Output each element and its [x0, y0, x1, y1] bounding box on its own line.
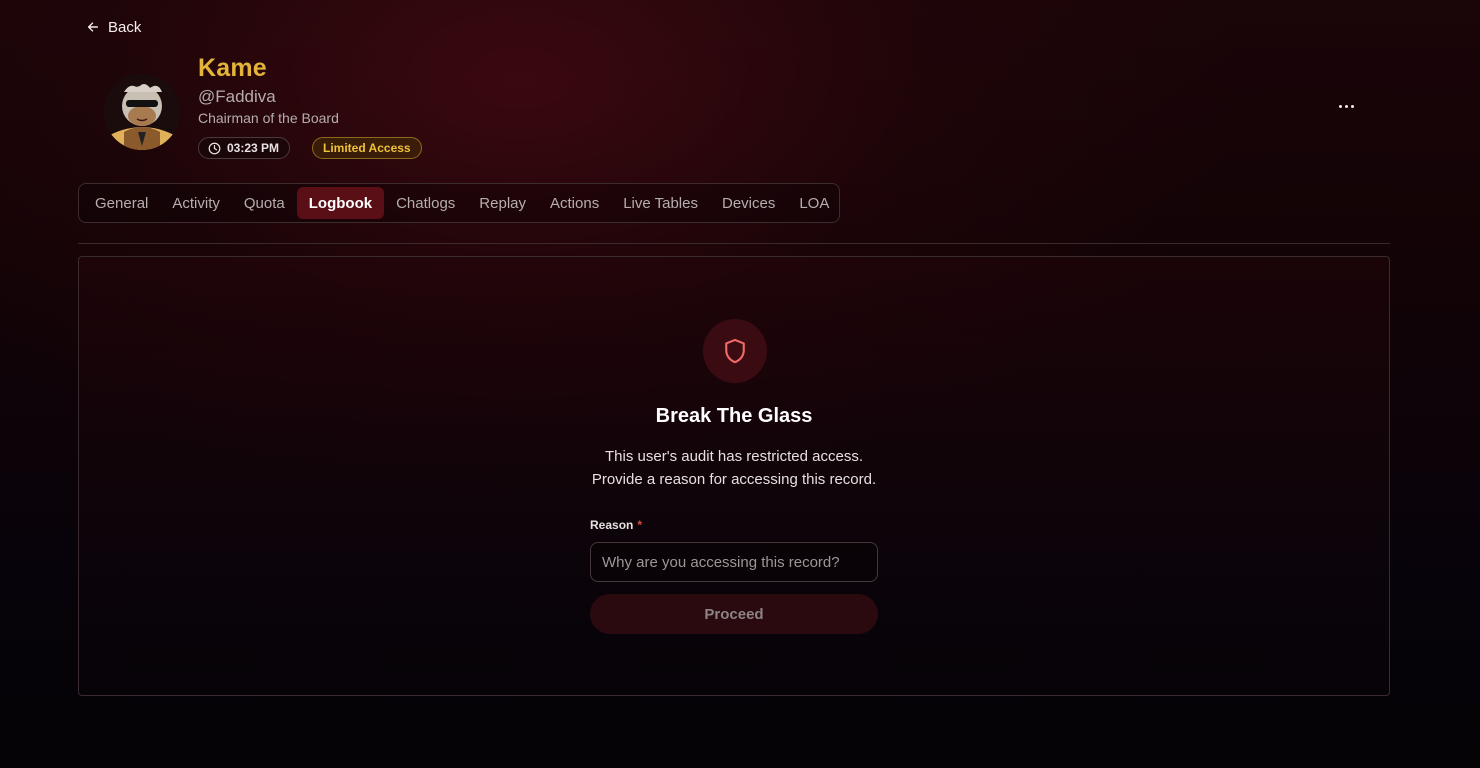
tab-live-tables[interactable]: Live Tables [611, 187, 710, 219]
tab-actions[interactable]: Actions [538, 187, 611, 219]
tab-general[interactable]: General [83, 187, 160, 219]
more-dot-icon [1350, 104, 1354, 108]
more-options-button[interactable] [1334, 96, 1358, 116]
tab-loa[interactable]: LOA [787, 187, 841, 219]
more-dot-icon [1338, 104, 1342, 108]
reason-label: Reason * [590, 518, 642, 532]
gate-description-line1: This user's audit has restricted access. [605, 448, 863, 465]
local-time-badge: 03:23 PM [198, 137, 291, 159]
proceed-button[interactable]: Proceed [590, 594, 878, 634]
profile-display-name: Kame [198, 54, 267, 82]
clock-icon [208, 142, 221, 154]
profile-username: @Faddiva [198, 87, 276, 106]
back-label: Back [108, 18, 142, 36]
tab-chatlogs[interactable]: Chatlogs [384, 187, 467, 219]
profile-tabs: General Activity Quota Logbook Chatlogs … [78, 183, 840, 223]
more-dot-icon [1344, 104, 1348, 108]
required-marker: * [637, 518, 643, 532]
tab-activity[interactable]: Activity [160, 187, 232, 219]
shield-badge [703, 319, 767, 383]
back-button[interactable]: Back [86, 17, 141, 37]
local-time-text: 03:23 PM [227, 141, 280, 155]
tab-logbook[interactable]: Logbook [296, 187, 385, 219]
access-badge-text: Limited Access [323, 141, 411, 155]
reason-input[interactable] [590, 542, 878, 582]
arrow-left-icon [87, 22, 99, 32]
tab-devices[interactable]: Devices [710, 187, 787, 219]
section-divider [78, 243, 1390, 244]
reason-label-text: Reason [590, 518, 634, 532]
tab-quota[interactable]: Quota [232, 187, 297, 219]
break-glass-card: Break The Glass This user's audit has re… [78, 256, 1390, 696]
gate-title: Break The Glass [655, 405, 813, 427]
access-badge: Limited Access [312, 137, 422, 159]
avatar [104, 74, 180, 150]
profile-role: Chairman of the Board [198, 110, 339, 126]
shield-icon [725, 338, 745, 364]
tab-replay[interactable]: Replay [467, 187, 538, 219]
gate-description-line2: Provide a reason for accessing this reco… [591, 471, 877, 488]
